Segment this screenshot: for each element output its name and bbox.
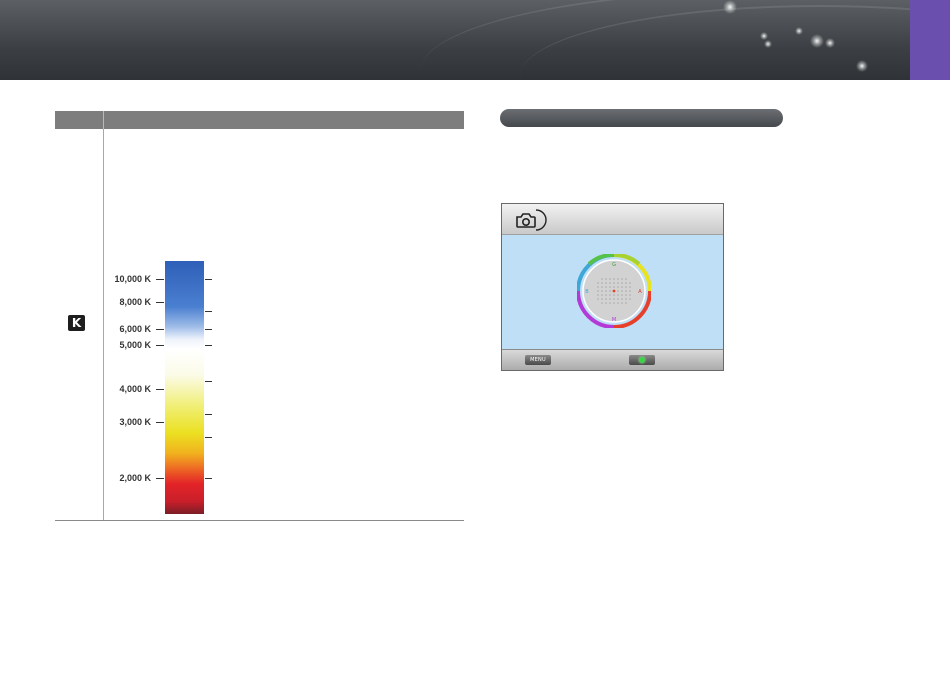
tick-line-right <box>205 329 212 330</box>
tick-line-right <box>205 437 212 438</box>
banner-sparkle <box>810 34 824 48</box>
tick-line-right <box>205 478 212 479</box>
tick-label-5000k: 5,000 K <box>119 340 151 350</box>
tick-line-left <box>156 478 164 479</box>
tick-line-left <box>156 279 164 280</box>
banner-sparkle <box>856 60 868 72</box>
tick-label-6000k: 6,000 K <box>119 324 151 334</box>
ok-button[interactable] <box>629 355 655 365</box>
wheel-letter-b: B <box>585 289 589 295</box>
menu-button[interactable]: MENU <box>525 355 551 365</box>
wheel-letter-m: M <box>612 317 616 323</box>
banner-sparkle <box>723 0 737 14</box>
screen-button-bar: MENU <box>502 349 723 370</box>
tick-line-left <box>156 389 164 390</box>
tick-label-3000k: 3,000 K <box>119 417 151 427</box>
banner-sparkle <box>825 38 835 48</box>
tick-line-right <box>205 279 212 280</box>
screen-title-bar <box>502 204 723 235</box>
tick-line-left <box>156 329 164 330</box>
tick-line-right <box>205 345 212 346</box>
tick-label-8000k: 8,000 K <box>119 297 151 307</box>
chapter-tab[interactable] <box>910 0 950 80</box>
tick-label-2000k: 2,000 K <box>119 473 151 483</box>
kelvin-icon: K <box>68 315 85 331</box>
page-banner <box>0 0 910 80</box>
tick-line-right <box>205 414 212 415</box>
tick-line-right <box>205 311 212 312</box>
tick-line-right <box>205 381 212 382</box>
color-temperature-bar <box>165 261 204 514</box>
banner-sparkle <box>760 32 768 40</box>
banner-sparkle <box>795 27 803 35</box>
table-header-divider <box>103 111 104 129</box>
table-header <box>55 111 464 129</box>
camera-settings-icon <box>514 208 548 232</box>
wheel-letter-a: A <box>638 289 642 295</box>
tick-line-left <box>156 302 164 303</box>
tick-label-4000k: 4,000 K <box>119 384 151 394</box>
tick-line-left <box>156 422 164 423</box>
menu-button-label: MENU <box>530 357 546 363</box>
white-balance-color-wheel[interactable]: G A M B <box>577 254 651 328</box>
wheel-letter-g: G <box>612 262 616 268</box>
camera-screen: G A M B MENU <box>501 203 724 371</box>
table-bottom-rule <box>55 520 464 521</box>
tick-label-10000k: 10,000 K <box>114 274 151 284</box>
tick-line-left <box>156 345 164 346</box>
green-ok-button-icon <box>639 357 645 363</box>
section-heading-bar <box>500 109 783 127</box>
banner-sparkle <box>764 40 772 48</box>
